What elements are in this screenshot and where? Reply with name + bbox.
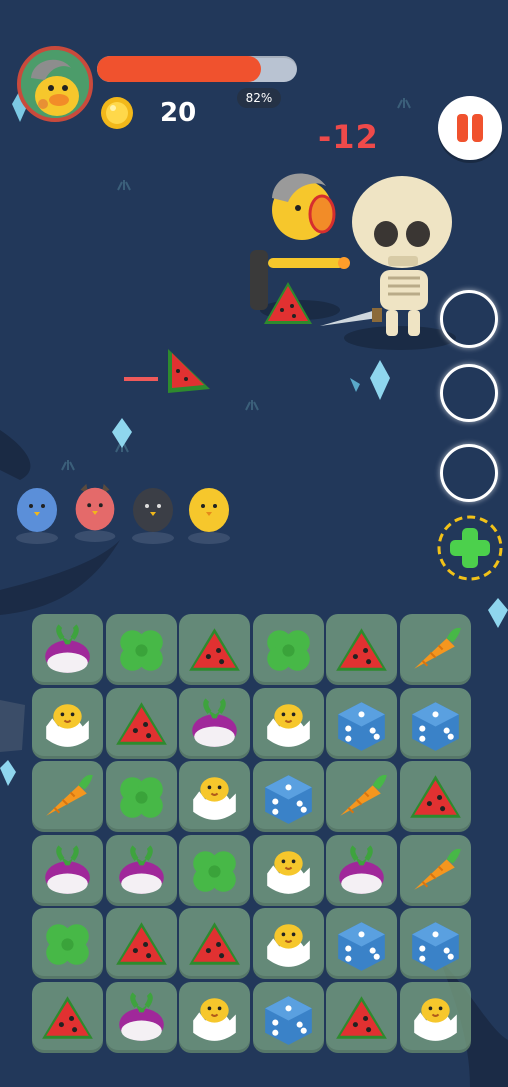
dice-icon — [338, 922, 385, 971]
board-tile[interactable] — [105, 908, 177, 979]
dice-icon — [264, 775, 312, 824]
turnip-icon — [339, 844, 384, 894]
board-tile[interactable] — [252, 614, 324, 685]
egg-icon — [193, 777, 236, 820]
egg-icon — [193, 997, 236, 1041]
egg-icon — [266, 703, 310, 747]
board-tile[interactable] — [326, 687, 397, 759]
skill-slot-2[interactable] — [440, 364, 498, 422]
board-tile[interactable] — [252, 908, 324, 979]
watermelon-projectile — [264, 282, 312, 324]
board-tile[interactable] — [179, 981, 250, 1053]
board-tile[interactable] — [399, 761, 471, 832]
pause-button[interactable] — [438, 96, 502, 160]
board-tile[interactable] — [32, 761, 103, 832]
board-tile[interactable] — [399, 834, 471, 906]
health-bar — [97, 56, 297, 82]
dice-icon — [411, 701, 459, 751]
clover-icon — [119, 777, 163, 818]
watermelon-icon — [336, 995, 387, 1039]
turnip-icon — [45, 844, 90, 894]
health-percent-label: 82% — [237, 88, 281, 108]
egg-icon — [266, 850, 310, 894]
board-tile[interactable] — [252, 687, 324, 759]
carrot-icon — [340, 774, 387, 816]
watermelon-icon — [189, 628, 240, 671]
clover-icon — [46, 924, 89, 965]
board-tile[interactable] — [179, 761, 250, 832]
damage-number: -12 — [318, 118, 379, 156]
board-tile[interactable] — [105, 761, 177, 832]
watermelon-icon — [409, 775, 461, 818]
yellow-chick — [188, 488, 230, 544]
carrot-icon — [413, 848, 461, 890]
board-tile[interactable] — [179, 834, 250, 906]
battle-scene — [250, 173, 456, 350]
blue-chick — [16, 488, 58, 544]
coin-count: 20 — [160, 98, 197, 128]
board-tile[interactable] — [399, 981, 471, 1053]
board-tile[interactable] — [105, 614, 177, 685]
turnip-icon — [118, 991, 164, 1041]
board-tile[interactable] — [32, 687, 103, 759]
watermelon-icon — [115, 922, 167, 965]
clover-icon — [193, 850, 236, 892]
board-tile[interactable] — [252, 761, 324, 832]
black-chick — [132, 488, 174, 544]
board-tile[interactable] — [252, 834, 324, 906]
board-tile[interactable] — [179, 687, 250, 759]
board-tile[interactable] — [399, 687, 471, 759]
red-chick — [74, 483, 116, 542]
board-tile[interactable] — [326, 908, 397, 979]
clover-icon — [119, 630, 163, 671]
player-avatar — [17, 46, 93, 122]
skill-slot-1[interactable] — [440, 290, 498, 348]
board-tile[interactable] — [32, 834, 103, 906]
health-bar-fill — [97, 56, 261, 82]
dice-icon — [338, 701, 385, 751]
carrot-icon — [413, 627, 461, 669]
board-tile[interactable] — [105, 981, 177, 1053]
egg-icon — [413, 997, 457, 1041]
clover-icon — [266, 630, 310, 671]
board-tile[interactable] — [326, 834, 397, 906]
match-board — [32, 614, 474, 1056]
watermelon-icon — [115, 701, 167, 745]
watermelon-icon — [336, 628, 387, 671]
board-tile[interactable] — [326, 761, 397, 832]
board-tile[interactable] — [32, 614, 103, 685]
board-tile[interactable] — [326, 981, 397, 1053]
egg-icon — [46, 703, 89, 747]
watermelon-projectile — [124, 349, 210, 393]
board-tile[interactable] — [32, 908, 103, 979]
dice-icon — [264, 995, 312, 1045]
turnip-icon — [118, 844, 164, 894]
board-tile[interactable] — [32, 981, 103, 1053]
turnip-icon — [45, 624, 90, 673]
board-tile[interactable] — [179, 908, 250, 979]
board-tile[interactable] — [105, 834, 177, 906]
board-tile[interactable] — [252, 981, 324, 1053]
watermelon-icon — [42, 995, 93, 1039]
duck-portrait-icon — [21, 50, 89, 118]
board-tile[interactable] — [399, 614, 471, 685]
plus-icon — [450, 528, 490, 568]
skill-slot-3[interactable] — [440, 444, 498, 502]
coin-icon — [101, 97, 133, 129]
carrot-icon — [46, 774, 93, 816]
add-skill-button[interactable] — [436, 514, 504, 582]
turnip-icon — [192, 697, 237, 747]
board-tile[interactable] — [326, 614, 397, 685]
board-tile[interactable] — [179, 614, 250, 685]
egg-icon — [266, 924, 310, 967]
dice-icon — [411, 922, 459, 971]
board-tile[interactable] — [399, 908, 471, 979]
board-tile[interactable] — [105, 687, 177, 759]
watermelon-icon — [189, 922, 240, 965]
